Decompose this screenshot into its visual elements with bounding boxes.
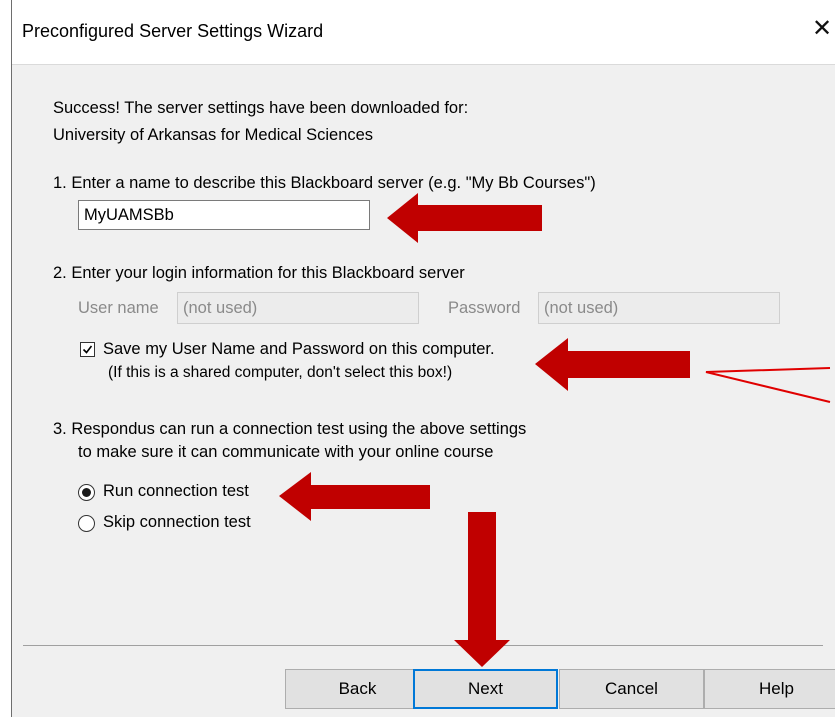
step1-label: 1. Enter a name to describe this Blackbo… xyxy=(53,174,596,192)
intro-line-2: University of Arkansas for Medical Scien… xyxy=(53,126,374,144)
username-label: User name xyxy=(78,299,159,317)
step3-label-line1: 3. Respondus can run a connection test u… xyxy=(53,420,527,438)
checkmark-icon xyxy=(82,345,93,354)
username-input[interactable] xyxy=(177,292,419,324)
next-button[interactable]: Next xyxy=(413,669,558,709)
help-button[interactable]: Help xyxy=(704,669,835,709)
save-credentials-checkbox[interactable] xyxy=(80,342,95,357)
skip-test-radio[interactable] xyxy=(78,515,95,532)
title-bar: Preconfigured Server Settings Wizard ✕ xyxy=(12,0,835,65)
save-credentials-warning: (If this is a shared computer, don't sel… xyxy=(108,364,453,381)
password-label: Password xyxy=(448,299,521,317)
background-edge xyxy=(0,0,11,717)
step2-label: 2. Enter your login information for this… xyxy=(53,264,465,282)
run-test-label: Run connection test xyxy=(103,482,249,500)
radio-selected-dot xyxy=(82,488,91,497)
back-button[interactable]: Back xyxy=(285,669,430,709)
intro-line-1: Success! The server settings have been d… xyxy=(53,99,469,117)
run-test-radio[interactable] xyxy=(78,484,95,501)
window-title: Preconfigured Server Settings Wizard xyxy=(22,21,324,41)
server-name-input[interactable] xyxy=(78,200,370,230)
skip-test-label: Skip connection test xyxy=(103,513,251,531)
step3-label-line2: to make sure it can communicate with you… xyxy=(78,443,494,461)
close-icon[interactable]: ✕ xyxy=(812,17,832,41)
cancel-button[interactable]: Cancel xyxy=(559,669,704,709)
footer-divider xyxy=(23,645,823,646)
password-input[interactable] xyxy=(538,292,780,324)
save-credentials-label: Save my User Name and Password on this c… xyxy=(103,340,495,358)
